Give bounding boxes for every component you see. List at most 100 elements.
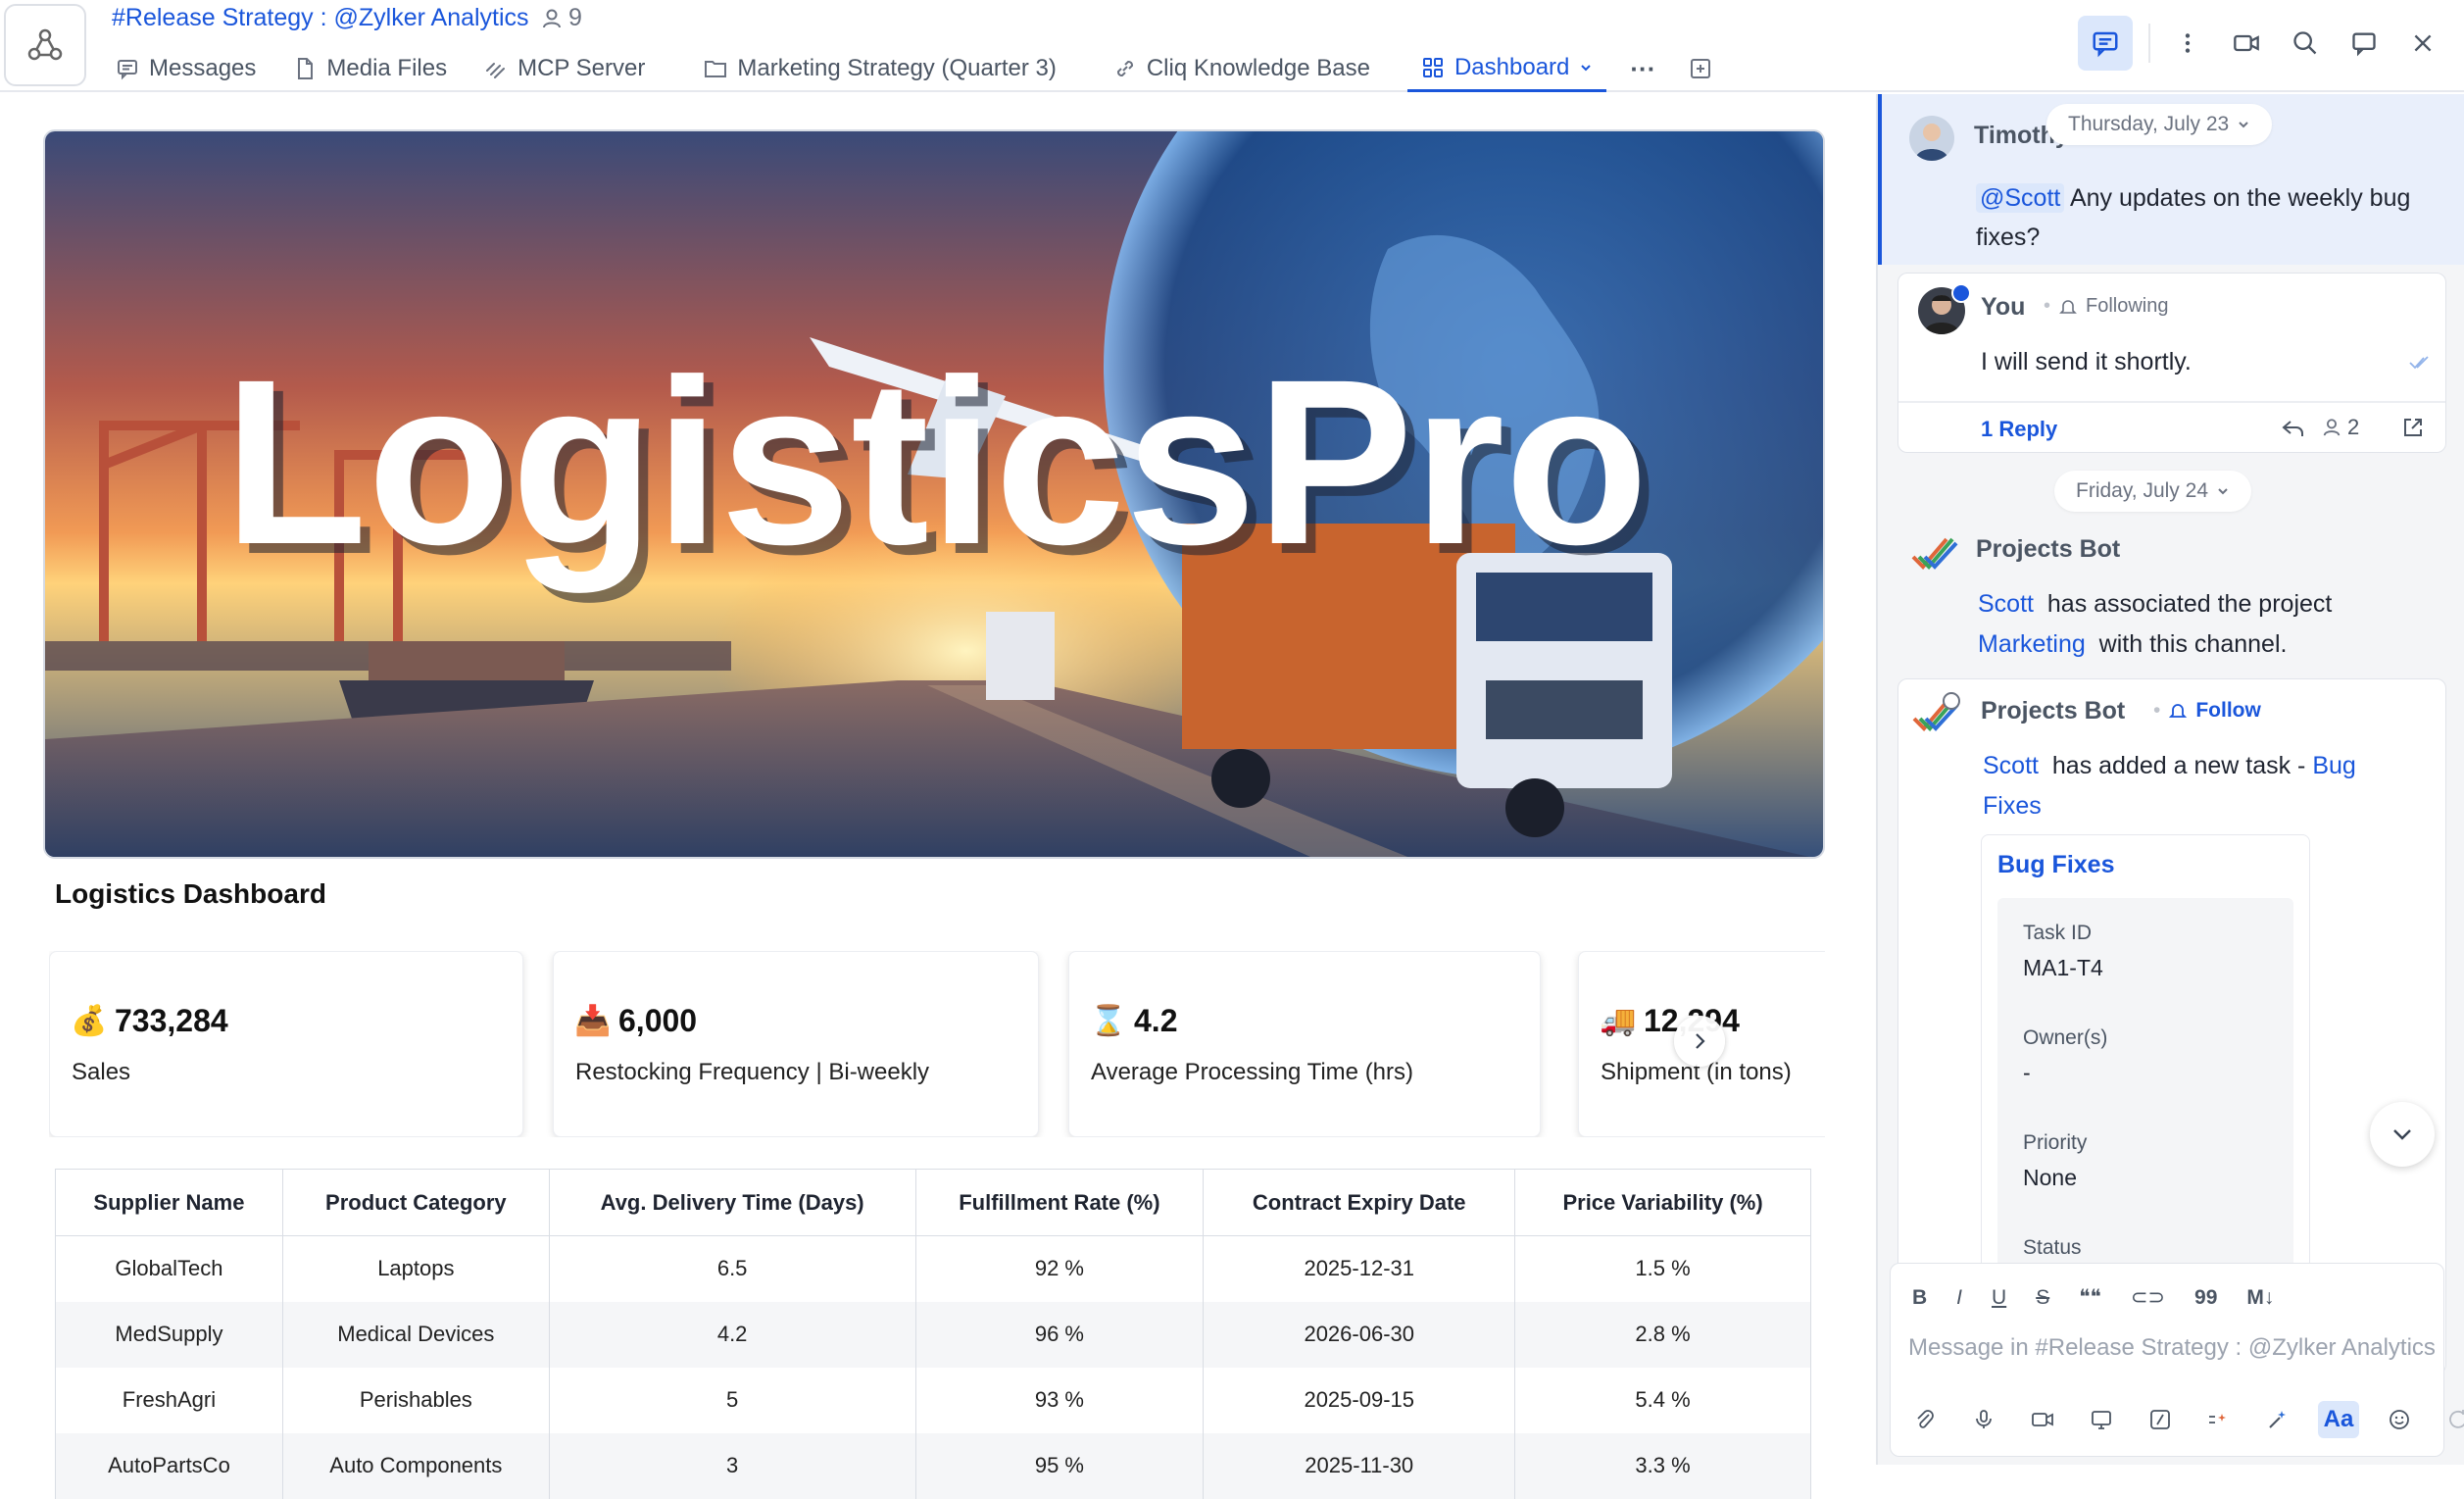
more-tabs-button[interactable]: ··· [1626,45,1659,92]
table-row[interactable]: AutoPartsCo Auto Components 3 95 % 2025-… [55,1432,1811,1499]
projects-bot-icon[interactable] [1910,691,1963,738]
column-header[interactable]: Avg. Delivery Time (Days) [548,1169,916,1236]
status-badge [1951,283,1971,303]
mention-scott[interactable]: @Scott [1976,183,2065,213]
link-button[interactable]: ⊂⊃ [2131,1285,2165,1310]
kpi-value: 733,284 [115,1003,228,1038]
following-indicator[interactable]: • Following [2044,295,2169,318]
column-header[interactable]: Price Variability (%) [1514,1169,1811,1236]
table-row[interactable]: FreshAgri Perishables 5 93 % 2025-09-15 … [55,1367,1811,1433]
dashboard-area: LogisticsPro LogisticsPro Logistics Dash… [0,94,1876,1499]
tab-label: Messages [149,55,257,81]
date-label: Thursday, July 23 [2068,113,2230,135]
table-row[interactable]: MedSupply Medical Devices 4.2 96 % 2026-… [55,1301,1811,1368]
bold-button[interactable]: B [1912,1286,1927,1310]
paperclip-icon [1917,1410,1934,1428]
column-header[interactable]: Product Category [281,1169,550,1236]
kpi-label: Restocking Frequency | Bi-weekly [575,1059,930,1085]
message-sender[interactable]: You [1981,293,2025,322]
quote-button[interactable]: 99 [2194,1286,2217,1310]
kpi-next-button[interactable] [1674,1016,1725,1067]
list-format-button[interactable] [2200,1401,2238,1438]
schedule-button[interactable] [2439,1401,2464,1438]
open-external-icon[interactable] [2402,417,2424,438]
kpi-card-sales[interactable]: 💰 733,284 Sales [49,951,523,1137]
reply-card[interactable]: You • Following I will send it shortly. … [1897,273,2446,453]
message-sender[interactable]: Projects Bot [1981,697,2125,725]
video-call-button[interactable] [2225,22,2268,65]
reply-icon[interactable] [2281,417,2306,440]
header-actions [2078,16,2444,71]
tab-label: MCP Server [517,55,646,81]
column-header[interactable]: Fulfillment Rate (%) [914,1169,1205,1236]
task-link-bug[interactable]: Bug [2312,752,2355,779]
ai-assist-button[interactable] [2259,1401,2296,1438]
date-divider-thursday[interactable]: Thursday, July 23 [2046,104,2273,145]
cliq-logo-icon[interactable] [4,4,86,86]
emoji-button[interactable] [2381,1401,2418,1438]
tab-dashboard[interactable]: Dashboard [1406,45,1607,92]
user-link-scott[interactable]: Scott [1978,590,2034,618]
tab-cliq-knowledge-base[interactable]: Cliq Knowledge Base [1109,45,1374,92]
message-sender[interactable]: Projects Bot [1976,535,2120,564]
text-format-toggle-button[interactable]: Aa [2318,1401,2359,1438]
projects-bot-icon[interactable] [1909,533,1958,576]
underline-button[interactable]: U [1992,1286,2006,1310]
slash-icon [2150,1410,2170,1429]
task-card-title[interactable]: Bug Fixes [1997,851,2114,879]
participants[interactable]: 2 [2322,415,2359,440]
tab-media-files[interactable]: Media Files [289,45,451,92]
tab-marketing-strategy[interactable]: Marketing Strategy (Quarter 3) [700,45,1060,92]
message-text: @Scott Any updates on the weekly bug fix… [1976,178,2446,257]
add-tab-button[interactable] [1685,45,1716,92]
video-message-button[interactable] [2024,1401,2061,1438]
table-cell: FreshAgri [55,1367,283,1433]
attach-button[interactable] [1906,1401,1944,1438]
column-header[interactable]: Contract Expiry Date [1203,1169,1516,1236]
tab-messages[interactable]: Messages [112,45,260,92]
channel-title[interactable]: #Release Strategy : @Zylker Analytics [112,4,529,32]
table-cell: 3.3 % [1514,1432,1811,1499]
avatar[interactable] [1909,116,1954,161]
reply-count-link[interactable]: 1 Reply [1981,417,2057,442]
close-button[interactable] [2401,22,2444,65]
strikethrough-button[interactable]: S [2036,1286,2049,1310]
message-input[interactable]: Message in #Release Strategy : @Zylker A… [1908,1334,2436,1362]
follow-button[interactable]: • Follow [2153,699,2261,723]
more-options-button[interactable] [2166,22,2209,65]
message-text-part: has added a new task - [2051,752,2306,779]
table-cell: GlobalTech [55,1235,283,1302]
markdown-button[interactable]: M↓ [2246,1286,2274,1310]
follow-label: Follow [2195,699,2261,722]
task-link-fixes[interactable]: Fixes [1983,792,2042,820]
mcp-icon [486,63,506,78]
kpi-card-restocking[interactable]: 📥 6,000 Restocking Frequency | Bi-weekly [553,951,1039,1137]
tab-mcp-server[interactable]: MCP Server [480,45,649,92]
scroll-to-bottom-button[interactable] [2370,1102,2435,1167]
logistics-banner-image: LogisticsPro LogisticsPro [43,129,1825,859]
table-cell: Laptops [281,1235,550,1302]
message-text-part: has associated the project [2046,590,2333,618]
italic-button[interactable]: I [1956,1286,1962,1310]
chat-panel-toggle-button[interactable] [2078,16,2133,71]
table-row[interactable]: GlobalTech Laptops 6.5 92 % 2025-12-31 1… [55,1235,1811,1302]
table-cell: 6.5 [548,1235,916,1302]
blockquote-button[interactable]: ❝❝ [2079,1285,2101,1310]
project-link-marketing[interactable]: Marketing [1978,630,2086,658]
message-text-part: Any updates on the weekly bug [2069,184,2411,212]
kpi-card-processing-time[interactable]: ⌛ 4.2 Average Processing Time (hrs) [1068,951,1541,1137]
threads-button[interactable] [2342,22,2386,65]
field-label: Task ID [2023,922,2093,944]
date-divider-friday[interactable]: Friday, July 24 [2054,471,2251,512]
table-cell: AutoPartsCo [55,1432,283,1499]
member-count[interactable]: 9 [541,4,582,32]
screen-share-button[interactable] [2083,1401,2120,1438]
user-link-scott[interactable]: Scott [1983,752,2039,779]
column-header[interactable]: Supplier Name [55,1169,283,1236]
table-cell: Medical Devices [281,1301,550,1368]
participant-count: 2 [2347,415,2360,439]
search-button[interactable] [2284,22,2327,65]
smiley-icon [2390,1410,2409,1429]
slash-command-button[interactable] [2142,1401,2179,1438]
voice-message-button[interactable] [1965,1401,2002,1438]
